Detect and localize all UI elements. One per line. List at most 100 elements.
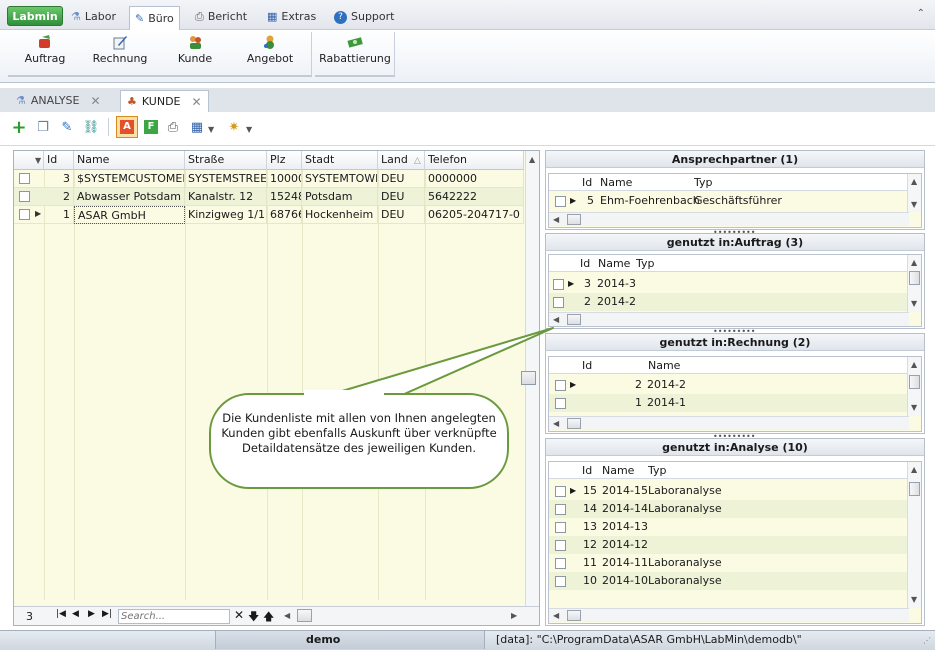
scroll-right-icon[interactable]: ▶ [511, 611, 517, 620]
column-header-id[interactable]: Id [579, 357, 645, 374]
rabattierung-button[interactable]: Rabattierung [318, 34, 392, 74]
select-column-header[interactable]: ▼ [14, 151, 44, 170]
column-header-id[interactable]: Id [577, 255, 595, 272]
table-row[interactable]: 11 2014-11 Laboranalyse [549, 554, 921, 572]
chevron-down-icon[interactable]: ▼ [246, 122, 252, 135]
prev-record-icon[interactable]: ◀ [72, 609, 79, 619]
printer-icon[interactable]: ⎙ [164, 118, 182, 136]
table-row[interactable]: 14 2014-14 Laboranalyse [549, 500, 921, 518]
vertical-scroll-thumb[interactable] [909, 482, 920, 496]
horizontal-scrollbar[interactable]: ◀ [549, 212, 909, 226]
tab-analyse[interactable]: ⚗ ANALYSE ✕ [10, 90, 107, 112]
table-row[interactable]: 2 2014-2 [549, 293, 921, 311]
vertical-scroll-thumb[interactable] [909, 375, 920, 389]
last-record-icon[interactable]: ▶| [102, 609, 112, 619]
first-record-icon[interactable]: |◀ [56, 609, 66, 619]
table-row[interactable]: ▶ 3 2014-3 [549, 275, 921, 293]
app-brand-button[interactable]: Labmin [7, 6, 63, 26]
close-icon[interactable]: ✕ [192, 91, 202, 113]
horizontal-scrollbar[interactable]: ◀ [549, 608, 909, 622]
column-header-name[interactable]: Name [645, 357, 909, 374]
row-checkbox[interactable] [19, 191, 30, 202]
row-checkbox[interactable] [555, 540, 566, 551]
menu-tab-support[interactable]: ? Support [329, 7, 399, 27]
search-up-icon[interactable]: 🡅 [263, 608, 274, 627]
column-header-plz[interactable]: Plz [267, 151, 302, 170]
horizontal-scrollbar[interactable]: ◀ [549, 312, 909, 326]
add-icon[interactable]: + [10, 117, 28, 138]
rechnung-button[interactable]: Rechnung [88, 34, 152, 74]
row-checkbox[interactable] [19, 209, 30, 220]
close-icon[interactable]: ✕ [90, 90, 100, 112]
column-header-typ[interactable]: Typ [645, 462, 909, 479]
scroll-left-icon[interactable]: ◀ [284, 611, 290, 620]
clear-search-icon[interactable]: ✕ [234, 608, 244, 622]
table-row-selected[interactable]: ▶ 1 ASAR GmbH Kinzigweg 1/1 68766 Hocken… [14, 206, 524, 224]
link-icon[interactable]: ⛓ [82, 118, 100, 136]
vertical-scrollbar[interactable]: ▲ ▼ [907, 357, 921, 416]
chevron-down-icon[interactable]: ▼ [208, 122, 214, 135]
auftrag-button[interactable]: Auftrag [20, 34, 70, 74]
column-header-name[interactable]: Name [599, 462, 645, 479]
search-down-icon[interactable]: 🡇 [248, 608, 259, 627]
table-row[interactable]: ▶ 15 2014-15 Laboranalyse [549, 482, 921, 500]
column-header-city[interactable]: Stadt [302, 151, 378, 170]
row-checkbox[interactable] [555, 558, 566, 569]
horizontal-scroll-thumb[interactable] [297, 609, 312, 622]
column-header-land[interactable]: Land △ [378, 151, 425, 170]
menu-tab-extras[interactable]: ▦ Extras [262, 7, 321, 27]
column-header-phone[interactable]: Telefon [425, 151, 524, 170]
column-header-id[interactable]: Id [579, 174, 597, 191]
horizontal-scroll-thumb[interactable] [567, 314, 581, 325]
column-header-id[interactable]: Id [44, 151, 74, 170]
gear-icon[interactable]: ✷ [225, 118, 243, 136]
table-row[interactable]: 12 2014-12 [549, 536, 921, 554]
column-header-typ[interactable]: Typ [633, 255, 909, 272]
row-checkbox[interactable] [555, 522, 566, 533]
collapse-ribbon-icon[interactable]: ⌃ [917, 8, 925, 19]
edit-icon[interactable]: ✎ [58, 118, 76, 136]
vertical-scrollbar[interactable]: ▲ ▼ [907, 174, 921, 212]
horizontal-scroll-thumb[interactable] [567, 610, 581, 621]
column-header-name[interactable]: Name [74, 151, 185, 170]
calendar-icon[interactable]: ▦ [188, 118, 206, 136]
column-header-typ[interactable]: Typ [691, 174, 909, 191]
copy-icon[interactable]: ❐ [34, 118, 52, 136]
horizontal-scroll-thumb[interactable] [567, 214, 581, 225]
next-record-icon[interactable]: ▶ [88, 609, 95, 619]
menu-tab-bericht[interactable]: ⎙ Bericht [190, 7, 252, 27]
table-row[interactable]: 3 $SYSTEMCUSTOMER$ SYSTEMSTREET 10000 SY… [14, 170, 524, 188]
row-checkbox[interactable] [555, 576, 566, 587]
scroll-up-icon[interactable]: ▲ [529, 155, 535, 164]
table-row[interactable]: ▶ 5 Ehm-Foehrenbach Geschäftsführer [549, 192, 921, 210]
resize-grip-icon[interactable]: ⋰ [923, 636, 931, 645]
row-checkbox[interactable] [19, 173, 30, 184]
table-row[interactable]: 1 2014-1 [549, 394, 921, 412]
horizontal-scrollbar[interactable]: ◀ [549, 416, 909, 430]
vertical-scrollbar[interactable]: ▲ ▼ [907, 255, 921, 312]
search-input[interactable] [118, 609, 230, 624]
column-header-id[interactable]: Id [579, 462, 599, 479]
table-row[interactable]: ▶ 2 2014-2 [549, 376, 921, 394]
vertical-scrollbar[interactable]: ▲ ▼ [907, 462, 921, 608]
tab-kunde[interactable]: ♣ KUNDE ✕ [120, 90, 209, 112]
row-checkbox[interactable] [555, 486, 566, 497]
column-header-name[interactable]: Name [595, 255, 633, 272]
row-checkbox[interactable] [553, 279, 564, 290]
angebot-button[interactable]: Angebot [244, 34, 296, 74]
table-row[interactable]: 2 Abwasser Potsdam Kanalstr. 12 15248 Po… [14, 188, 524, 206]
row-checkbox[interactable] [553, 297, 564, 308]
horizontal-scroll-thumb[interactable] [567, 418, 581, 429]
filter-f-button[interactable]: F [142, 118, 160, 136]
row-checkbox[interactable] [555, 504, 566, 515]
filter-a-button[interactable]: A [116, 116, 138, 138]
menu-tab-labor[interactable]: ⚗ Labor [66, 7, 121, 27]
table-row[interactable]: 13 2014-13 [549, 518, 921, 536]
menu-tab-buero[interactable]: ✎ Büro [129, 6, 180, 30]
kunde-button[interactable]: Kunde [172, 34, 218, 74]
row-checkbox[interactable] [555, 196, 566, 207]
cell-name[interactable]: ASAR GmbH [74, 206, 185, 224]
column-header-street[interactable]: Straße [185, 151, 267, 170]
vertical-scroll-thumb[interactable] [909, 271, 920, 285]
table-row[interactable]: 10 2014-10 Laboranalyse [549, 572, 921, 590]
